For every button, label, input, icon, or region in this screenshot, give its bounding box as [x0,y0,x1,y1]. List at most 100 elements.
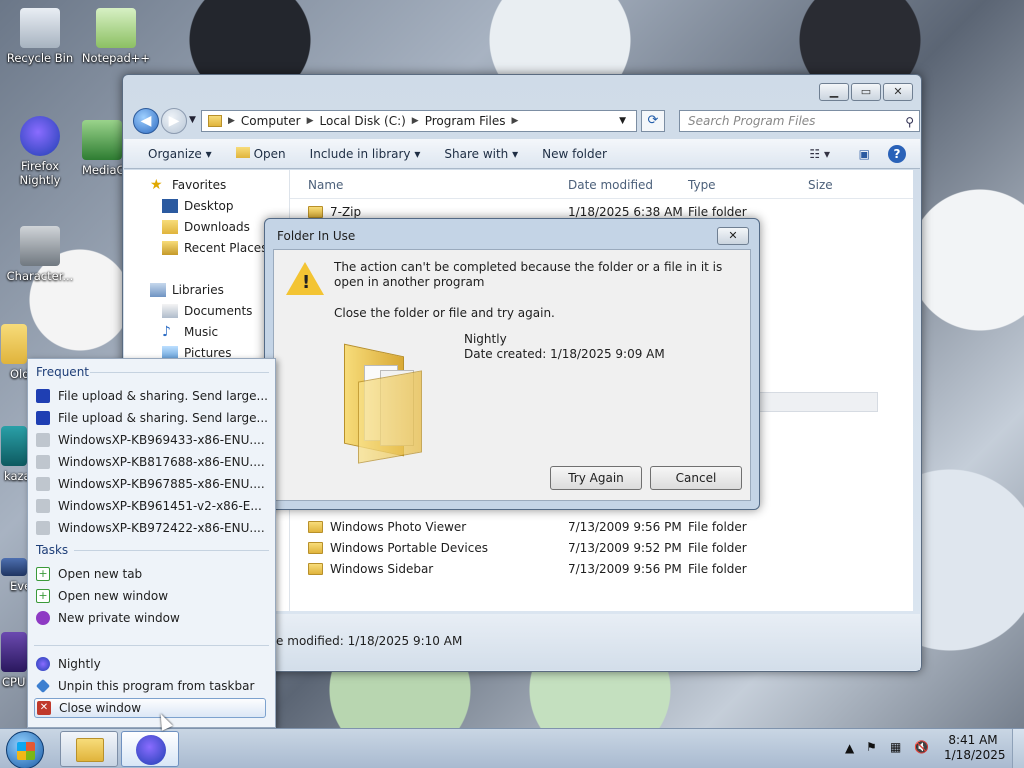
desktop-icon-eve[interactable]: Eve [0,558,28,593]
network-icon[interactable]: ▦ [890,740,901,754]
nav-favorites[interactable]: ★ Favorites [150,178,226,192]
maximize-button[interactable]: ▭ [851,83,881,101]
table-row[interactable]: Windows Photo Viewer 7/13/2009 9:56 PM F… [308,517,908,537]
show-hidden-icons[interactable]: ▲ [845,741,854,755]
column-type[interactable]: Type [688,178,716,192]
table-row[interactable]: Windows Portable Devices 7/13/2009 9:52 … [308,538,908,558]
cancel-button[interactable]: Cancel [650,466,742,490]
open-button[interactable]: Open [235,146,286,161]
nav-libraries[interactable]: Libraries [150,283,224,297]
nav-downloads[interactable]: Downloads [162,220,250,234]
desktop-icon-notepadpp[interactable]: Notepad++ [76,8,156,65]
row-name: Windows Sidebar [330,562,434,576]
minimize-button[interactable]: ▁ [819,83,849,101]
share-with-button[interactable]: Share with ▾ [444,147,518,161]
column-date-modified[interactable]: Date modified [568,178,653,192]
jump-item-frequent[interactable]: WindowsXP-KB817688-x86-ENU.... [36,452,268,472]
jump-item-unpin[interactable]: Unpin this program from taskbar [36,676,268,696]
refresh-button[interactable]: ⟳ [641,110,665,132]
jump-item-frequent[interactable]: WindowsXP-KB972422-x86-ENU.... [36,518,268,538]
documents-icon [162,304,178,318]
address-dropdown-icon[interactable]: ▼ [619,111,626,131]
desktop-icon-label: Notepad++ [81,51,151,65]
organize-button[interactable]: Organize ▾ [148,147,212,161]
jump-item-frequent[interactable]: WindowsXP-KB969433-x86-ENU.... [36,430,268,450]
try-again-button[interactable]: Try Again [550,466,642,490]
nav-desktop[interactable]: Desktop [162,199,234,213]
nav-recent-places[interactable]: Recent Places [162,241,267,255]
row-date: 7/13/2009 9:52 PM [568,541,682,555]
nav-documents[interactable]: Documents [162,304,252,318]
close-button[interactable]: ✕ [883,83,913,101]
folder-in-use-dialog: Folder In Use ✕ ! The action can't be co… [264,218,760,510]
search-input[interactable]: Search Program Files ⚲ [679,110,920,132]
row-name: Windows Photo Viewer [330,520,467,534]
desktop-icon-recycle-bin[interactable]: Recycle Bin [0,8,80,65]
star-icon: ★ [150,177,163,193]
table-row[interactable]: Windows Sidebar 7/13/2009 9:56 PM File f… [308,559,908,579]
address-row: ◀ ▶ ▼ ▶ Computer ▶ Local Disk (C:) ▶ Pro… [131,105,920,135]
nav-music[interactable]: ♪ Music [162,325,218,339]
taskbar-firefox-nightly[interactable] [121,731,179,767]
task-new-private-window[interactable]: New private window [36,608,268,628]
action-center-flag-icon[interactable]: ⚑ [866,740,877,754]
desktop-icon-kaza[interactable]: kaza [0,426,28,483]
taskbar-explorer[interactable] [60,731,118,767]
column-name[interactable]: Name [308,178,343,192]
status-date-modified: ate modified: 1/18/2025 9:10 AM [264,634,463,648]
desktop-icon-label: CPU [2,675,26,689]
firefox-nightly-icon [136,735,166,765]
desktop-icon-label: Eve [10,579,28,593]
column-size[interactable]: Size [808,178,833,192]
desktop-icon-cpu[interactable]: CPU [0,632,28,689]
start-button[interactable] [6,731,44,768]
task-open-new-tab[interactable]: + Open new tab [36,564,268,584]
desktop-icon-old[interactable]: Old [0,324,28,381]
volume-muted-icon[interactable]: 🔇 [914,740,929,754]
desktop-icon-label: kaza [4,469,28,483]
divider [90,372,269,373]
tasks-header: Tasks [36,543,69,557]
chevron-right-icon: ▶ [411,116,419,126]
desktop-icon-label: Firefox Nightly [19,159,61,187]
include-in-library-button[interactable]: Include in library ▾ [310,147,421,161]
windows-logo-icon [17,742,35,760]
dialog-hint: Close the folder or file and try again. [334,306,555,320]
desktop-icon-mediac[interactable]: MediaC [76,120,122,177]
jump-item-frequent[interactable]: File upload & sharing. Send large... [36,386,268,406]
address-bar[interactable]: ▶ Computer ▶ Local Disk (C:) ▶ Program F… [201,110,637,132]
breadcrumb-computer[interactable]: Computer [241,111,301,131]
dialog-close-button[interactable]: ✕ [717,227,749,245]
search-placeholder: Search Program Files [688,114,816,128]
back-button[interactable]: ◀ [133,108,159,134]
item-name: Nightly [464,332,507,346]
jump-item-frequent[interactable]: File upload & sharing. Send large... [36,408,268,428]
include-label: Include in library [309,146,411,161]
jump-item-label: Open new tab [58,567,143,581]
nav-label: Recent Places [184,241,268,255]
task-open-new-window[interactable]: + Open new window [36,586,268,606]
desktop-icon-character[interactable]: Character... [0,226,80,283]
desktop-icon-firefox-nightly[interactable]: Firefox Nightly [0,116,80,187]
history-dropdown-icon[interactable]: ▼ [189,115,196,125]
clock[interactable]: 8:41 AM 1/18/2025 [944,733,1006,763]
breadcrumb-local-disk[interactable]: Local Disk (C:) [320,111,406,131]
show-desktop-button[interactable] [1012,729,1024,768]
breadcrumb-program-files[interactable]: Program Files [425,111,506,131]
jump-item-nightly[interactable]: Nightly [36,654,268,674]
new-folder-button[interactable]: New folder [542,147,607,161]
firefox-nightly-icon [36,389,50,403]
jump-item-frequent[interactable]: WindowsXP-KB967885-x86-ENU.... [36,474,268,494]
new-tab-icon: + [36,567,50,581]
preview-pane-icon[interactable]: ▣ [859,147,870,161]
jump-item-label: Nightly [58,657,101,671]
divider [34,645,269,646]
forward-button[interactable]: ▶ [161,108,187,134]
close-icon: ✕ [37,701,51,715]
jump-item-frequent[interactable]: WindowsXP-KB961451-v2-x86-E... [36,496,268,516]
desktop-icon-label: Character... [6,269,74,283]
jump-item-close-window[interactable]: ✕ Close window [34,698,266,718]
help-icon[interactable]: ? [888,144,906,163]
window-controls: ▁ ▭ ✕ [819,83,913,101]
view-options-icon[interactable]: ☷ ▾ [809,147,830,161]
